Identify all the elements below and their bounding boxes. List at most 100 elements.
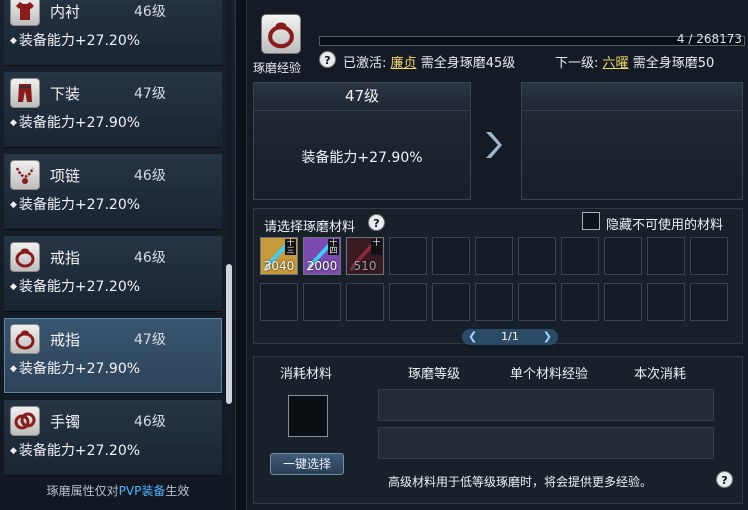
material-slot-empty[interactable] — [604, 237, 642, 275]
material-grade-badge: 十三 — [285, 238, 296, 255]
polish-detail-panel: 琢磨经验 4 / 268173 ? 已激活: 廉贞 需全身琢磨45级 下一级: … — [246, 0, 748, 510]
slot-level: 46级 — [134, 168, 166, 184]
slot-item-shirt[interactable]: 内衬 46级 ◆ 装备能力+27.20% — [4, 0, 222, 66]
material-slot-empty[interactable] — [475, 237, 513, 275]
chevron-right-icon[interactable]: ❯ — [543, 329, 552, 345]
slot-name: 戒指 — [50, 331, 81, 349]
next-level-header — [522, 83, 742, 111]
slot-item-bracelet[interactable]: 手镯 46级 ◆ 装备能力+27.20% — [4, 400, 222, 476]
current-level: 47级 — [254, 83, 470, 111]
material-slot-empty[interactable] — [647, 283, 685, 321]
current-level-box: 47级 装备能力+27.90% — [253, 82, 471, 200]
slot-item-ring[interactable]: 戒指 46级 ◆ 装备能力+27.20% — [4, 236, 222, 312]
material-count: 510 — [353, 259, 377, 273]
diamond-icon: ◆ — [10, 200, 17, 210]
material-slot-empty[interactable] — [389, 283, 427, 321]
material-slot-empty[interactable] — [561, 237, 599, 275]
slot-ability: ◆ 装备能力+27.20% — [10, 33, 141, 49]
material-slot-empty[interactable] — [303, 283, 341, 321]
page-indicator: 1/1 — [501, 330, 519, 343]
material-title: 请选择琢磨材料 — [264, 220, 356, 235]
material-slot-empty[interactable] — [690, 237, 728, 275]
equipment-slot-list: 内衬 46级 ◆ 装备能力+27.20% 下装 47级 ◆ 装备能力+27.90% … — [4, 0, 222, 476]
slot-item-ring-selected[interactable]: 戒指 47级 ◆ 装备能力+27.90% — [4, 318, 222, 394]
slot-name: 内衬 — [50, 3, 81, 21]
auto-select-button[interactable]: 一键选择 — [270, 453, 344, 475]
material-slot-empty[interactable] — [389, 237, 427, 275]
equipment-slot-panel: 内衬 46级 ◆ 装备能力+27.20% 下装 47级 ◆ 装备能力+27.90% … — [0, 0, 236, 510]
material-slot-empty[interactable] — [432, 283, 470, 321]
slot-ability: ◆ 装备能力+27.20% — [10, 443, 141, 459]
shirt-icon — [10, 0, 40, 26]
material-slot-empty[interactable] — [432, 237, 470, 275]
slot-name: 下装 — [50, 85, 81, 103]
slot-level: 47级 — [134, 332, 166, 348]
diamond-icon: ◆ — [10, 36, 17, 46]
slot-level: 47级 — [134, 86, 166, 102]
material-slot-empty[interactable] — [561, 283, 599, 321]
col-polish-level: 琢磨等级 — [408, 367, 461, 382]
ring-icon — [261, 14, 301, 54]
activated-set: 已激活: 廉贞 需全身琢磨45级 — [343, 56, 516, 71]
chevron-left-icon[interactable]: ❮ — [468, 329, 477, 345]
material-slot-empty[interactable] — [475, 283, 513, 321]
next-title-link[interactable]: 六曜 — [603, 56, 629, 71]
help-icon[interactable]: ? — [716, 471, 733, 488]
ring-icon — [10, 324, 40, 354]
slot-item-pants[interactable]: 下装 47级 ◆ 装备能力+27.90% — [4, 72, 222, 148]
slot-ability: ◆ 装备能力+27.20% — [10, 197, 141, 213]
consume-row — [378, 427, 714, 459]
pants-icon — [10, 78, 40, 108]
material-grade-badge: 十四 — [328, 238, 339, 255]
diamond-icon: ◆ — [10, 446, 17, 456]
slot-level: 46级 — [134, 414, 166, 430]
slot-ability: ◆ 装备能力+27.90% — [10, 361, 141, 377]
material-slot-empty[interactable] — [690, 283, 728, 321]
consume-material-slot[interactable] — [288, 395, 328, 437]
help-icon[interactable]: ? — [368, 214, 385, 231]
slot-item-necklace[interactable]: 项链 46级 ◆ 装备能力+27.20% — [4, 154, 222, 230]
slot-ability: ◆ 装备能力+27.20% — [10, 279, 141, 295]
consumption-area: 消耗材料 琢磨等级 单个材料经验 本次消耗 一键选择 高级材料用于低等级琢磨时，… — [253, 356, 743, 504]
material-count: 3040 — [263, 259, 295, 273]
material-slot-empty[interactable] — [346, 283, 384, 321]
slot-name: 手镯 — [50, 413, 81, 431]
slot-ability: ◆ 装备能力+27.90% — [10, 115, 141, 131]
bracelet-icon — [10, 406, 40, 436]
material-slot-empty[interactable] — [518, 237, 556, 275]
material-selection-area: 请选择琢磨材料 ? 隐藏不可使用的材料 十三 3040 十四 2000 十 51… — [253, 208, 743, 345]
hide-unusable-checkbox[interactable] — [582, 212, 600, 230]
material-grade-badge: 十 — [371, 239, 382, 255]
polish-exp-label: 琢磨经验 — [253, 61, 302, 75]
material-slot-empty[interactable] — [518, 283, 556, 321]
chevron-right-icon — [486, 132, 502, 158]
diamond-icon: ◆ — [10, 282, 17, 292]
diamond-icon: ◆ — [10, 364, 17, 374]
material-slot-empty[interactable] — [260, 283, 298, 321]
current-ability: 装备能力+27.90% — [301, 150, 423, 166]
hide-unusable-label: 隐藏不可使用的材料 — [606, 218, 724, 233]
material-pager: ❮ 1/1 ❯ — [462, 329, 558, 345]
material-slot-empty[interactable] — [647, 237, 685, 275]
col-consume-material: 消耗材料 — [280, 367, 333, 382]
material-slot[interactable]: 十四 2000 — [303, 237, 341, 275]
activated-title-link[interactable]: 廉贞 — [391, 56, 417, 71]
col-material-exp: 单个材料经验 — [510, 367, 589, 382]
help-icon[interactable]: ? — [319, 51, 336, 68]
ring-icon — [10, 242, 40, 272]
material-slot-empty[interactable] — [604, 283, 642, 321]
slot-list-scrollbar-track[interactable] — [226, 0, 232, 476]
slot-list-scrollbar-thumb[interactable] — [226, 264, 232, 404]
diamond-icon: ◆ — [10, 118, 17, 128]
slot-name: 戒指 — [50, 249, 81, 267]
next-level-set: 下一级: 六曜 需全身琢磨50 — [555, 56, 715, 71]
consume-row — [378, 389, 714, 421]
pvp-footnote: 琢磨属性仅对PVP装备生效 — [46, 484, 190, 498]
slot-level: 46级 — [134, 4, 166, 20]
slot-level: 46级 — [134, 250, 166, 266]
material-slot[interactable]: 十三 3040 — [260, 237, 298, 275]
material-count: 2000 — [306, 259, 338, 273]
necklace-icon — [10, 160, 40, 190]
next-level-box — [521, 82, 743, 200]
material-slot-disabled[interactable]: 十 510 — [346, 237, 384, 275]
